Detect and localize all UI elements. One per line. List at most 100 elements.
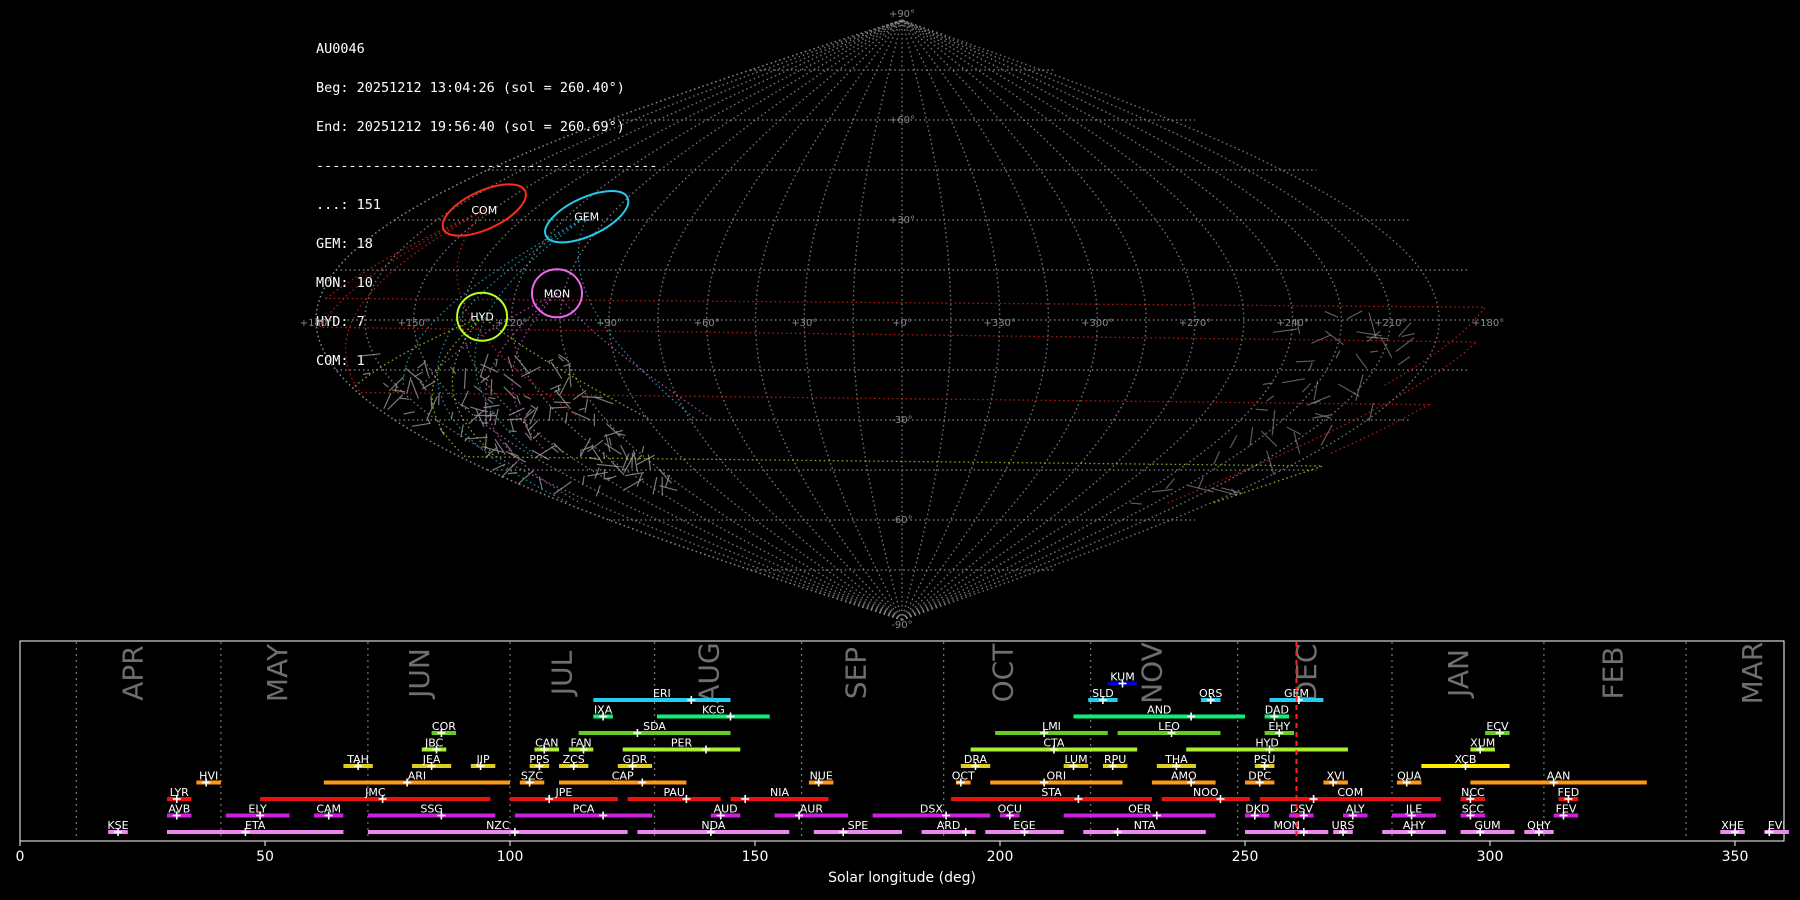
shower-bar-label: NOO [1193,786,1219,799]
x-tick-label: 300 [1477,849,1504,865]
shower-bar-label: XUM [1470,737,1495,750]
shower-bar-label: QUA [1397,770,1422,783]
shower-bar-group: LYR [167,786,192,803]
shower-bar-group: ECV [1485,720,1510,737]
shower-bar-label: NDA [701,819,726,832]
shower-bar-label: KUM [1110,671,1134,684]
shower-bar-group: IXA [593,704,613,721]
shower-bar-group: AMO [1151,770,1216,787]
shower-bar-group: SSG [367,803,496,820]
shower-bar-group: RPU [1102,753,1128,770]
shower-bar-label: PCA [573,803,595,816]
shower-bar-label: NUE [810,770,833,783]
shower-bar-label: EVI [1768,819,1786,832]
shower-bar-label: HVI [199,770,218,783]
shower-bar-label: GUM [1475,819,1501,832]
month-label: MAR [1736,642,1769,705]
shower-bar-label: FEV [1556,803,1577,816]
shower-bar-group: DPC [1245,770,1275,787]
shower-bar-group: ETA [167,819,344,836]
shower-bar-label: SLD [1092,687,1114,700]
shower-bar-label: JPE [554,786,572,799]
shower-bar-group: SCC [1460,803,1486,820]
shower-bar-group: ARD [921,819,976,836]
shower-bar-label: GDR [623,753,648,766]
shower-bar-label: AND [1147,704,1171,717]
shower-bar-group: ORI [990,770,1123,787]
shower-bar-label: ARD [937,819,961,832]
shower-bar-group: LEO [1117,720,1221,737]
shower-bar-group: COM [1259,786,1441,803]
shower-bar-label: EGE [1013,819,1035,832]
month-label: OCT [986,643,1019,703]
shower-bar-label: ECV [1486,720,1509,733]
shower-bar-group: FAN [568,737,594,754]
month-label: SEP [839,647,872,699]
shower-bar-group: SDA [578,720,731,737]
shower-bar-group: NTA [1083,819,1206,836]
shower-bar-label: XHE [1721,819,1744,832]
shower-bar-group: AUD [710,803,741,820]
shower-bar-group: URS [1332,819,1354,836]
shower-bar-label: NTA [1134,819,1156,832]
shower-bar-label: ERI [653,687,671,700]
shower-bar-group: THA [1156,753,1196,770]
shower-bar-label: THA [1164,753,1188,766]
shower-bar-group: LMI [995,720,1108,737]
shower-bar-label: DAD [1265,704,1289,717]
month-label: APR [117,645,150,701]
shower-bar-label: LMI [1042,720,1061,733]
shower-bar-group: DSX [872,803,991,820]
month-label: AUG [692,642,725,703]
month-label: FEB [1596,646,1629,699]
shower-bar-group: JIP [470,753,496,770]
shower-bar-group: COR [431,720,456,737]
shower-bar-label: JLE [1405,803,1422,816]
shower-bar-group: NIA [730,786,829,803]
shower-bar-group: DKD [1245,803,1270,820]
shower-bar-group: EHY [1264,720,1294,737]
shower-bar-group: CTA [970,737,1138,754]
shower-bar-group: XVI [1323,770,1348,787]
shower-bar-label: CAN [535,737,558,750]
shower-bar-group: HVI [196,770,221,787]
shower-bar-group: GDR [617,753,653,770]
shower-bar-group: SLD [1088,687,1118,704]
shower-bar-group: XCB [1421,753,1510,770]
shower-bar-label: DRA [964,753,988,766]
shower-bar-label: FED [1558,786,1580,799]
shower-bar-group: TAH [343,753,373,770]
shower-bar-group: HYD [1186,737,1348,754]
shower-bar-label: CTA [1043,737,1065,750]
shower-bar-label: SDA [643,720,666,733]
x-tick-label: 100 [497,849,524,865]
shower-bar-group: ZCS [559,753,589,770]
shower-bar-label: LEO [1158,720,1180,733]
shower-bar-group: MON [1245,819,1329,836]
shower-bar-group: SPE [813,819,902,836]
shower-bar-group: JBC [421,737,447,754]
shower-bar-group: AHY [1382,819,1446,836]
shower-bar-label: SPE [848,819,869,832]
shower-bar-label: ORI [1047,770,1067,783]
shower-bar-label: AHY [1403,819,1426,832]
shower-bar-label: HYD [1255,737,1278,750]
shower-bar-group: XUM [1470,737,1495,754]
shower-bar-group: QHY [1524,819,1554,836]
shower-bar-label: AUD [714,803,738,816]
shower-bar-label: KSE [107,819,128,832]
shower-bar-label: LUM [1064,753,1087,766]
shower-bar-group: FED [1558,786,1580,803]
shower-bar-label: JBC [424,737,444,750]
shower-bar-label: NCC [1461,786,1485,799]
shower-bar-label: ORS [1199,687,1222,700]
shower-bar-group: JMC [260,786,491,803]
shower-bar-label: XVI [1327,770,1345,783]
shower-bar-label: RPU [1104,753,1126,766]
shower-bar-group: CAN [534,737,559,754]
x-tick-label: 150 [742,849,769,865]
shower-bar-group: CAP [559,770,687,787]
shower-bar-label: QHY [1527,819,1551,832]
shower-bar-group: LUM [1063,753,1089,770]
shower-bar-group: DSV [1289,803,1314,820]
